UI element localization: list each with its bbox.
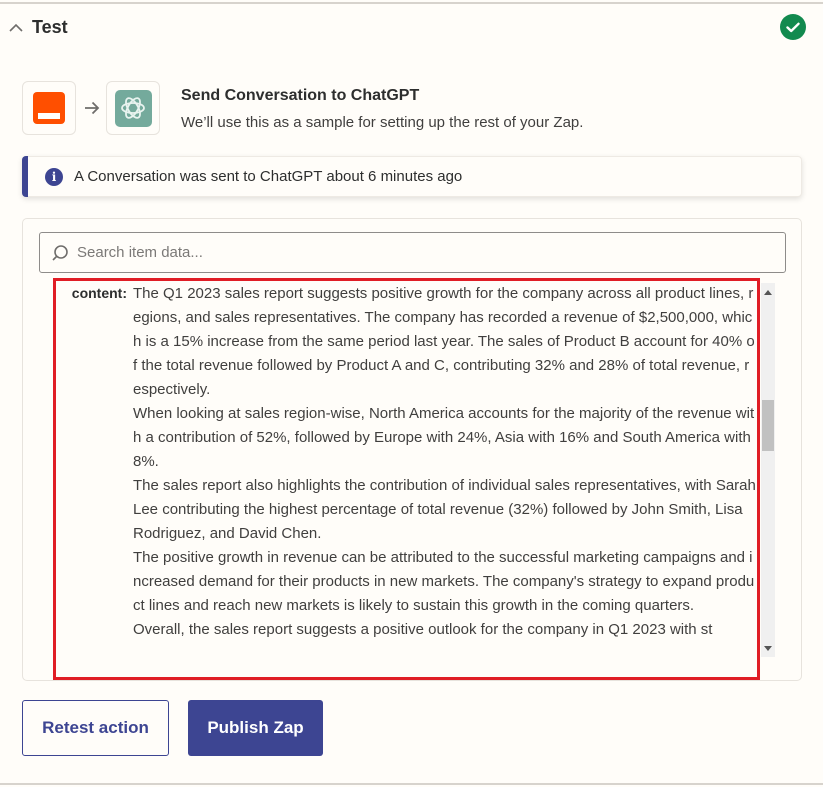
- step-subtitle: We’ll use this as a sample for setting u…: [181, 114, 584, 131]
- data-key: content:: [71, 285, 127, 301]
- item-data-scroll-area[interactable]: content: The Q1 2023 sales report sugges…: [56, 282, 774, 658]
- publish-zap-button[interactable]: Publish Zap: [188, 700, 323, 756]
- scroll-up-arrow-icon[interactable]: [761, 285, 775, 299]
- vertical-scrollbar[interactable]: [761, 283, 775, 657]
- content-paragraph: The sales report also highlights the con…: [133, 477, 756, 542]
- scrollbar-thumb[interactable]: [762, 400, 774, 451]
- section-title: Test: [32, 16, 68, 37]
- search-input[interactable]: [77, 244, 757, 261]
- content-paragraph: Overall, the sales report suggests a pos…: [133, 621, 713, 638]
- alert-text: A Conversation was sent to ChatGPT about…: [74, 168, 463, 185]
- dest-app-tile: [106, 81, 160, 135]
- info-icon: i: [45, 167, 63, 186]
- content-paragraph: When looking at sales region-wise, North…: [133, 405, 755, 470]
- step-title: Send Conversation to ChatGPT: [181, 87, 420, 104]
- content-paragraph: The Q1 2023 sales report suggests positi…: [133, 285, 755, 398]
- search-field[interactable]: [39, 232, 786, 273]
- source-app-tile: [22, 81, 76, 135]
- data-value: The Q1 2023 sales report suggests positi…: [133, 282, 757, 642]
- arrow-right-icon: [82, 98, 102, 118]
- check-circle-icon: [780, 14, 806, 40]
- orange-app-logo: [33, 92, 65, 124]
- content-paragraph: The positive growth in revenue can be at…: [133, 549, 755, 614]
- retest-action-button[interactable]: Retest action: [22, 700, 169, 756]
- scroll-down-arrow-icon[interactable]: [761, 641, 775, 655]
- data-row: content: The Q1 2023 sales report sugges…: [56, 282, 774, 642]
- top-divider: [0, 2, 823, 4]
- search-icon: [51, 244, 69, 262]
- chevron-up-icon[interactable]: [6, 17, 26, 37]
- info-alert: i A Conversation was sent to ChatGPT abo…: [22, 156, 802, 197]
- chatgpt-logo: [114, 89, 152, 127]
- test-section-header[interactable]: Test: [6, 14, 68, 40]
- bottom-divider: [0, 783, 823, 785]
